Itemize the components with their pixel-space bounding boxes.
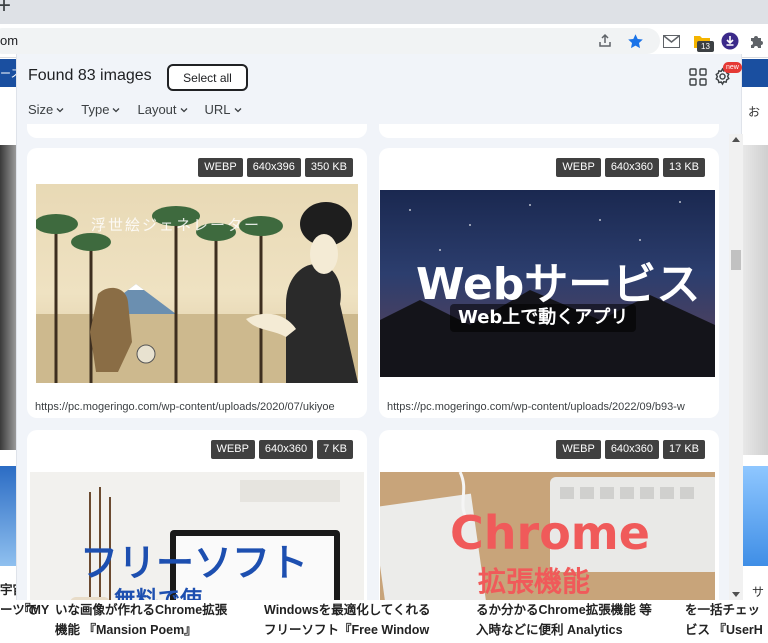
- image-card-prev-right[interactable]: [379, 124, 719, 138]
- image-meta-tags: WEBP 640x360 17 KB: [556, 440, 705, 459]
- chevron-down-icon: [180, 107, 187, 112]
- dimension-tag: 640x360: [258, 440, 314, 459]
- format-tag: WEBP: [210, 440, 255, 459]
- new-badge: new: [723, 62, 742, 73]
- filesize-tag: 13 KB: [663, 158, 705, 177]
- image-card[interactable]: WEBP 640x360 7 KB フリーソフト 無料で使: [27, 430, 367, 600]
- scroll-up-arrow-icon[interactable]: [732, 137, 740, 142]
- article-title-3[interactable]: るか分かるChrome拡張機能 等 入時などに便利 Analytics: [476, 600, 652, 640]
- filter-type[interactable]: Type: [81, 102, 120, 117]
- filter-size[interactable]: Size: [28, 102, 64, 117]
- thumbnail-title: フリーソフト: [80, 541, 309, 585]
- article-title-2[interactable]: Windowsを最適化してくれる フリーソフト『Free Window: [264, 600, 431, 640]
- extension-count-badge: 13: [697, 41, 714, 52]
- scrollbar-thumb[interactable]: [731, 250, 741, 270]
- image-downloader-popup: Found 83 images Select all new Size Type…: [16, 54, 743, 600]
- bookmark-star-icon[interactable]: [624, 30, 646, 52]
- image-card[interactable]: WEBP 640x360 13 KB Webサービス Web上で動くアプリ ht…: [379, 148, 719, 418]
- grid-view-icon[interactable]: [689, 68, 707, 86]
- popup-scrollbar[interactable]: [729, 134, 743, 600]
- image-meta-tags: WEBP 640x360 13 KB: [556, 158, 705, 177]
- share-icon[interactable]: [594, 30, 616, 52]
- page-right-image: [742, 145, 768, 455]
- format-tag: WEBP: [556, 158, 601, 177]
- article-title-1[interactable]: いな画像が作れるChrome拡張 機能 『Mansion Poem』: [55, 600, 227, 640]
- image-url: https://pc.mogeringo.com/wp-content/uplo…: [35, 401, 335, 413]
- article-title-4[interactable]: を一括チェッ ビス 『UserH: [685, 600, 768, 640]
- page-left-blue-image: [0, 466, 16, 566]
- filter-bar: Size Type Layout URL: [28, 102, 259, 117]
- new-tab-button[interactable]: +: [0, 0, 11, 18]
- address-text: om: [0, 33, 19, 48]
- image-card[interactable]: WEBP 640x360 17 KB Chrome 拡張機能: [379, 430, 719, 600]
- scroll-down-arrow-icon[interactable]: [732, 592, 740, 597]
- format-tag: WEBP: [556, 440, 601, 459]
- filesize-tag: 350 KB: [304, 158, 353, 177]
- thumbnail-subtitle: 無料で使: [114, 582, 202, 600]
- thumbnail-overlay-text: 浮世絵ジェネレーター: [91, 216, 262, 234]
- image-thumbnail-free-software[interactable]: フリーソフト 無料で使: [30, 472, 364, 600]
- browser-toolbar: om: [0, 24, 768, 58]
- gmail-icon[interactable]: [660, 30, 682, 52]
- dimension-tag: 640x396: [246, 158, 301, 177]
- chevron-down-icon: [56, 107, 64, 112]
- page-left-image: [0, 145, 16, 450]
- chevron-down-icon: [234, 107, 242, 112]
- filesize-tag: 17 KB: [663, 440, 705, 459]
- dimension-tag: 640x360: [604, 440, 660, 459]
- thumbnail-title: Chrome: [450, 506, 650, 560]
- image-card-prev-left[interactable]: [27, 124, 367, 138]
- extensions-puzzle-icon[interactable]: [746, 30, 768, 52]
- thumbnail-title: Webサービス: [416, 259, 701, 310]
- filter-layout[interactable]: Layout: [137, 102, 187, 117]
- chevron-down-icon: [113, 107, 120, 112]
- page-right-label: お: [748, 105, 761, 119]
- page-right-blue-image: [742, 466, 768, 566]
- image-url: https://pc.mogeringo.com/wp-content/uplo…: [387, 401, 685, 413]
- tab-strip: +: [0, 0, 768, 24]
- found-images-count: Found 83 images: [28, 67, 152, 84]
- select-all-button[interactable]: Select all: [167, 64, 248, 91]
- image-thumbnail-chrome-extension[interactable]: Chrome 拡張機能: [380, 472, 715, 600]
- thumbnail-subtitle: 拡張機能: [478, 565, 591, 598]
- dimension-tag: 640x360: [604, 158, 660, 177]
- address-bar[interactable]: om: [0, 28, 660, 54]
- image-meta-tags: WEBP 640x360 7 KB: [210, 440, 353, 459]
- format-tag: WEBP: [198, 158, 243, 177]
- image-card[interactable]: WEBP 640x396 350 KB 浮世絵ジェネレーター https://p…: [27, 148, 367, 418]
- article-title-row: 宇宙 ーツで 『MY いな画像が作れるChrome拡張 機能 『Mansion …: [0, 583, 768, 643]
- image-thumbnail-web-service[interactable]: Webサービス Web上で動くアプリ: [380, 190, 715, 377]
- image-meta-tags: WEBP 640x396 350 KB: [198, 158, 353, 177]
- download-images-extension-icon[interactable]: [719, 30, 741, 52]
- image-thumbnail-ukiyoe[interactable]: 浮世絵ジェネレーター: [36, 184, 358, 383]
- image-grid: WEBP 640x396 350 KB 浮世絵ジェネレーター https://p…: [17, 124, 743, 600]
- filesize-tag: 7 KB: [317, 440, 353, 459]
- filter-url[interactable]: URL: [205, 102, 242, 117]
- thumbnail-subtitle: Web上で動くアプリ: [450, 304, 637, 332]
